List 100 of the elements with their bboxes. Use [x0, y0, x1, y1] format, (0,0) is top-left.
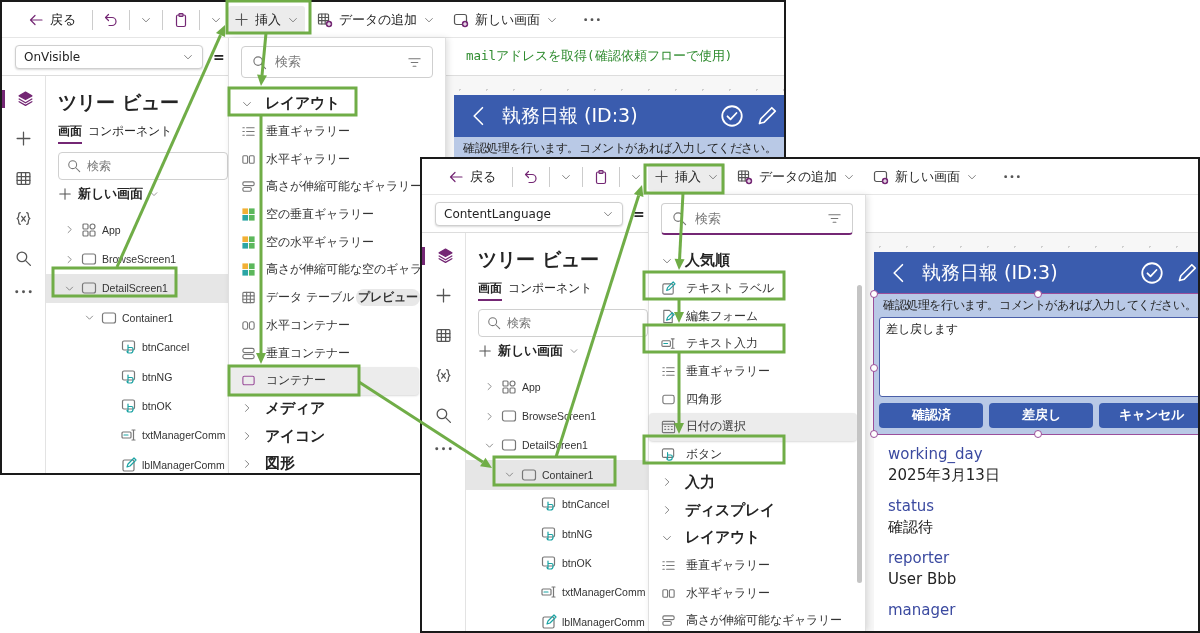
- action-button[interactable]: 確認済: [879, 403, 983, 428]
- selection-handle[interactable]: [1034, 430, 1042, 438]
- tree-item[interactable]: btnCancel: [466, 489, 648, 519]
- menu-item[interactable]: 垂直ギャラリー: [229, 117, 419, 146]
- tree-item[interactable]: btnCancel: [46, 332, 228, 362]
- tree-item[interactable]: txtManagerComm: [46, 420, 228, 451]
- tree-item[interactable]: btnOK: [466, 548, 648, 578]
- comment-field[interactable]: 差し戻します: [879, 317, 1198, 397]
- menu-section[interactable]: レイアウト: [229, 90, 419, 118]
- menu-item[interactable]: コンテナー: [229, 366, 419, 395]
- menu-section[interactable]: アイコン: [229, 422, 419, 450]
- new-screen-button[interactable]: 新しい画面: [58, 185, 159, 203]
- plus-icon: [435, 287, 452, 304]
- search-icon: [487, 316, 501, 330]
- more-icon[interactable]: [584, 17, 600, 22]
- tree-item[interactable]: App: [46, 215, 228, 245]
- clipboard-icon[interactable]: [593, 168, 609, 185]
- menu-section[interactable]: ディスプレイ: [649, 496, 857, 524]
- menu-section[interactable]: 図形: [229, 449, 419, 473]
- menu-section[interactable]: メディア: [229, 394, 419, 423]
- menu-item[interactable]: ボタン: [649, 440, 857, 469]
- action-button[interactable]: キャンセル: [1099, 403, 1198, 428]
- menu-item[interactable]: テキスト ラベル: [649, 274, 857, 303]
- tree-item[interactable]: txtManagerComm: [466, 577, 648, 608]
- search-field[interactable]: 検索: [661, 203, 853, 235]
- plus-icon: [654, 169, 669, 184]
- selection-handle[interactable]: [870, 364, 878, 372]
- search-field[interactable]: 検索: [478, 309, 648, 337]
- selection-handle[interactable]: [870, 290, 878, 298]
- more-icon: [435, 447, 452, 451]
- panel-title: ツリー ビュー: [478, 247, 600, 271]
- selection-handle[interactable]: [870, 430, 878, 438]
- menu-section[interactable]: レイアウト: [649, 523, 857, 552]
- clipboard-icon[interactable]: [173, 11, 189, 28]
- menu-section[interactable]: 入力: [649, 468, 857, 497]
- undo-icon[interactable]: [103, 11, 119, 28]
- search-field[interactable]: 検索: [58, 152, 228, 180]
- menu-item[interactable]: 四角形: [649, 385, 857, 414]
- variables-icon: [435, 367, 452, 384]
- menu-item[interactable]: 垂直ギャラリー: [649, 551, 857, 580]
- property-dropdown[interactable]: OnVisible: [15, 44, 203, 69]
- search-icon: [672, 211, 687, 226]
- more-icon[interactable]: [1004, 174, 1020, 179]
- tree-item[interactable]: App: [466, 372, 648, 402]
- new-screen-button[interactable]: 新しい画面: [478, 342, 579, 360]
- menu-item[interactable]: 空の垂直ギャラリー: [229, 200, 419, 229]
- button-icon: [661, 447, 676, 463]
- menu-item[interactable]: 編集フォーム: [649, 302, 857, 331]
- layers-icon: [16, 90, 34, 107]
- undo-icon[interactable]: [523, 168, 539, 185]
- tab[interactable]: 画面: [478, 279, 502, 301]
- tree-item[interactable]: Container1: [46, 303, 228, 333]
- menu-item[interactable]: 水平コンテナー: [229, 311, 419, 340]
- menu-item[interactable]: テキスト入力: [649, 330, 857, 358]
- check-circle-icon[interactable]: [720, 104, 744, 128]
- selection-handle[interactable]: [1034, 290, 1042, 298]
- field-value: 確認待: [888, 517, 934, 538]
- tab[interactable]: 画面: [58, 122, 82, 144]
- menu-section[interactable]: 人気順: [649, 247, 857, 275]
- action-button[interactable]: 差戻し: [989, 403, 1093, 428]
- tab[interactable]: コンポーネント: [508, 279, 592, 301]
- chevron-down-icon: [149, 189, 159, 199]
- back-button[interactable]: 戻る: [22, 5, 82, 34]
- menu-item[interactable]: 垂直ギャラリー: [649, 357, 857, 386]
- label-icon: [661, 281, 676, 297]
- insert-button[interactable]: 挿入: [228, 5, 305, 34]
- table-add-icon: [737, 168, 753, 185]
- tree-item[interactable]: lblManagerComm: [466, 607, 648, 631]
- form-icon: [661, 308, 676, 324]
- search-field[interactable]: 検索: [241, 46, 433, 78]
- variables-icon: [15, 210, 32, 227]
- menu-item[interactable]: 高さが伸縮可能な空のギャラ: [229, 256, 419, 284]
- app-icon: [81, 221, 97, 238]
- new-screen-button[interactable]: 新しい画面: [867, 162, 984, 191]
- pencil-icon[interactable]: [1176, 262, 1198, 284]
- add-data-button[interactable]: データの追加: [311, 5, 441, 34]
- menu-item[interactable]: 高さが伸縮可能なギャラリー: [649, 606, 857, 631]
- table-icon: [241, 290, 256, 306]
- tree-item[interactable]: btnOK: [46, 391, 228, 421]
- property-dropdown[interactable]: ContentLanguage: [435, 201, 623, 226]
- menu-item[interactable]: 空の水平ギャラリー: [229, 228, 419, 257]
- screen-icon: [81, 251, 97, 268]
- menu-item[interactable]: データ テーブル プレビュー: [229, 283, 419, 312]
- tree-item[interactable]: btnNG: [466, 518, 648, 549]
- tree-item[interactable]: btnNG: [46, 361, 228, 392]
- tab[interactable]: コンポーネント: [88, 122, 172, 144]
- grid-icon: [15, 170, 32, 187]
- stack-icon: [241, 179, 256, 195]
- chevron-down-icon: [569, 346, 579, 356]
- tree-item[interactable]: lblManagerComm: [46, 450, 228, 473]
- pencil-icon[interactable]: [756, 105, 778, 127]
- scrollbar[interactable]: [857, 285, 862, 583]
- menu-item[interactable]: 水平ギャラリー: [229, 145, 419, 174]
- menu-item[interactable]: 水平ギャラリー: [649, 579, 857, 607]
- back-button[interactable]: 戻る: [442, 162, 502, 191]
- add-data-button[interactable]: データの追加: [731, 162, 861, 191]
- screen-icon: [101, 309, 117, 326]
- new-screen-button[interactable]: 新しい画面: [447, 5, 564, 34]
- check-circle-icon[interactable]: [1140, 261, 1164, 285]
- menu-item[interactable]: 垂直コンテナー: [229, 339, 419, 367]
